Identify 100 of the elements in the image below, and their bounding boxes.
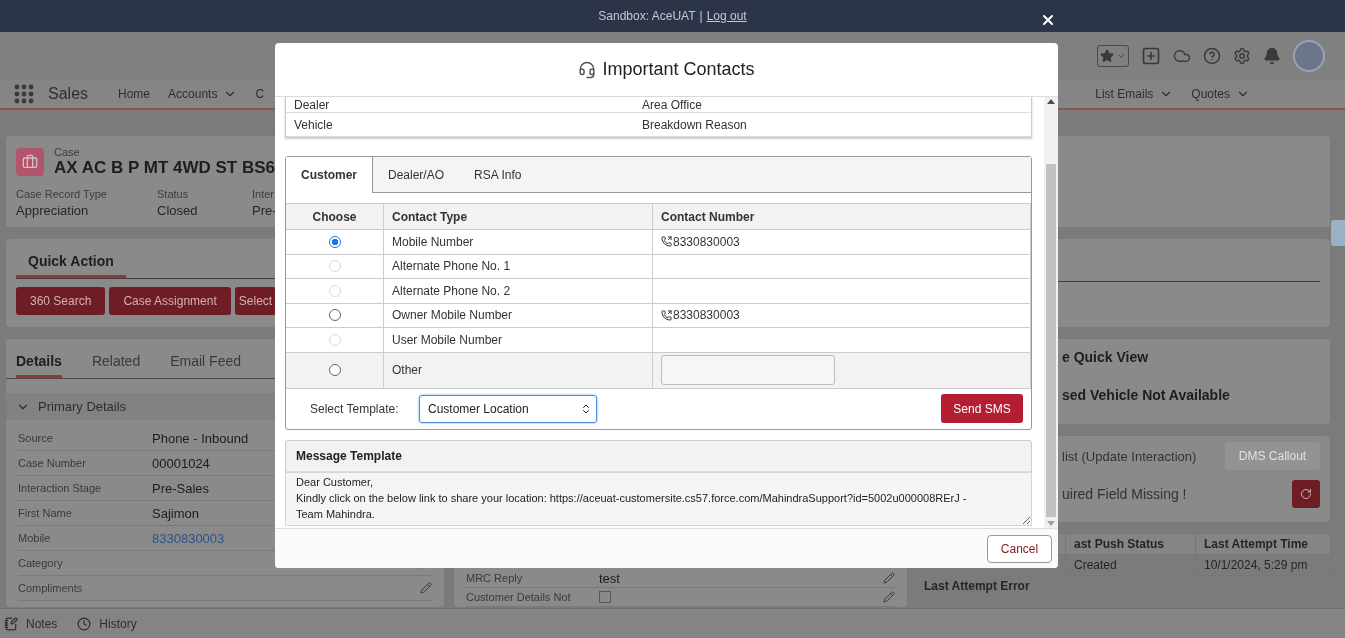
- clock-icon: [77, 616, 92, 631]
- separator: |: [699, 9, 703, 23]
- case-title: AX AC B P MT 4WD ST BS6: [54, 158, 276, 178]
- column-header: Last Attempt Time: [1196, 534, 1331, 555]
- settings-icon[interactable]: [1233, 47, 1251, 65]
- field-label: Mobile: [18, 532, 52, 544]
- table-cell: Alternate Phone No. 1: [392, 259, 511, 274]
- detail-tab[interactable]: Email Feed: [170, 345, 241, 378]
- checkbox[interactable]: [599, 591, 611, 603]
- field-value: Appreciation: [16, 203, 90, 218]
- send-sms-button[interactable]: Send SMS: [941, 394, 1023, 423]
- input-field[interactable]: [661, 355, 835, 385]
- cloud-icon[interactable]: [1173, 47, 1191, 65]
- info-label: Breakdown Reason: [642, 117, 748, 132]
- record-type-label: Case: [54, 146, 81, 158]
- utility-item[interactable]: History: [77, 616, 137, 631]
- detail-tab[interactable]: Details: [16, 345, 62, 378]
- error-message: uired Field Missing !: [1062, 486, 1187, 502]
- nav-item[interactable]: Quotes: [1191, 87, 1250, 101]
- table-cell: Created: [1066, 555, 1196, 576]
- field-label: Customer Details Not: [466, 591, 572, 603]
- field-value: test: [599, 570, 620, 586]
- info-label: Dealer: [294, 97, 331, 112]
- field-label: Inter: [252, 188, 275, 200]
- app-launcher-icon[interactable]: [14, 84, 34, 104]
- table-cell: Owner Mobile Number: [392, 308, 513, 323]
- plus-icon[interactable]: [1141, 46, 1161, 66]
- contact-tab[interactable]: Customer: [286, 157, 373, 193]
- table-cell: Other: [392, 363, 422, 377]
- column-header: ast Push Status: [1066, 534, 1196, 555]
- cancel-button[interactable]: Cancel: [987, 534, 1052, 563]
- help-icon[interactable]: [1203, 47, 1221, 65]
- pencil-icon[interactable]: [420, 582, 432, 594]
- nav-item[interactable]: C: [255, 87, 265, 101]
- notes-icon: [4, 616, 18, 631]
- favorites-button[interactable]: [1097, 45, 1129, 67]
- up-down-arrows-icon: [580, 402, 592, 415]
- refresh-button[interactable]: [1292, 480, 1320, 508]
- card-title: e Quick View: [1062, 349, 1150, 365]
- template-select[interactable]: Customer Location: [419, 394, 597, 423]
- phone-number[interactable]: 8330830003: [661, 234, 740, 249]
- info-label: Vehicle: [294, 117, 334, 132]
- field-value: Sajimon: [152, 505, 199, 521]
- table-cell: Mobile Number: [392, 234, 474, 249]
- field-value: Closed: [157, 203, 199, 218]
- field-label: Status: [157, 188, 190, 200]
- field-label: Case Record Type: [16, 188, 108, 200]
- scrollbar[interactable]: [1044, 97, 1058, 528]
- field-value: Pre-: [252, 203, 278, 218]
- nav-item[interactable]: List Emails: [1095, 87, 1174, 101]
- template-label: Select Template:: [310, 401, 400, 416]
- utility-item[interactable]: Notes: [4, 616, 58, 631]
- caret-icon: [1116, 51, 1126, 61]
- section-title: Primary Details: [38, 399, 127, 414]
- dialog-title: Important Contacts: [602, 59, 755, 80]
- phone-number[interactable]: 8330830003: [661, 308, 740, 323]
- detail-tab[interactable]: Related: [91, 345, 141, 378]
- pencil-icon[interactable]: [883, 591, 895, 603]
- field-label: First Name: [18, 507, 73, 519]
- action-button[interactable]: 360 Search: [16, 287, 106, 315]
- field-label: Interaction Stage: [18, 482, 103, 494]
- action-button[interactable]: Select: [234, 287, 277, 315]
- radio-button[interactable]: [328, 235, 341, 248]
- star-icon: [1100, 49, 1114, 63]
- table-cell: Alternate Phone No. 2: [392, 283, 511, 298]
- field-label: Compliments: [18, 582, 84, 594]
- action-button[interactable]: Case Assignment: [109, 287, 231, 315]
- column-header: Contact Type: [384, 204, 653, 230]
- phone-icon: [661, 236, 672, 248]
- radio-button[interactable]: [328, 364, 341, 376]
- card-title: list (Update Interaction): [1062, 448, 1197, 464]
- app-name: Sales: [48, 85, 89, 103]
- contact-tab[interactable]: Dealer/AO: [373, 157, 460, 192]
- info-label: Area Office: [642, 97, 703, 112]
- nav-item[interactable]: Home: [118, 87, 151, 101]
- nav-item[interactable]: Accounts: [168, 87, 238, 101]
- sandbox-label: Sandbox: AceUAT: [598, 9, 696, 23]
- close-button[interactable]: [1040, 12, 1056, 28]
- field-value: 00001024: [152, 455, 210, 471]
- table-cell: User Mobile Number: [392, 332, 503, 347]
- radio-button[interactable]: [328, 309, 341, 322]
- field-value: Phone - Inbound: [152, 430, 249, 446]
- field-value: Pre-Sales: [152, 480, 210, 496]
- field-label: MRC Reply: [466, 572, 524, 584]
- message-field[interactable]: Dear Customer, Kindly click on the below link to share your location: https://aceuat-customersite.cs57.force.com/MahindraSupport?id=5002u000008RErJ - Team Mahindra.: [285, 471, 1032, 526]
- field-label: Case Number: [18, 457, 87, 469]
- notification-bell-icon[interactable]: [1263, 47, 1281, 65]
- contact-tab[interactable]: RSA Info: [459, 157, 537, 192]
- field-label: Source: [18, 432, 54, 444]
- pencil-icon[interactable]: [883, 572, 895, 584]
- logout-link[interactable]: Log out: [706, 9, 747, 23]
- avatar[interactable]: [1293, 40, 1325, 72]
- table-cell: 10/1/2024, 5:29 pm: [1196, 555, 1331, 576]
- panel-title: Message Template: [286, 440, 1031, 472]
- column-header: Contact Number: [653, 204, 1031, 230]
- refresh-icon: [1300, 488, 1312, 500]
- column-header: Choose: [286, 204, 384, 230]
- briefcase-icon: [16, 148, 44, 176]
- row-header: Last Attempt Error: [916, 576, 1066, 597]
- field-label: Category: [18, 557, 64, 569]
